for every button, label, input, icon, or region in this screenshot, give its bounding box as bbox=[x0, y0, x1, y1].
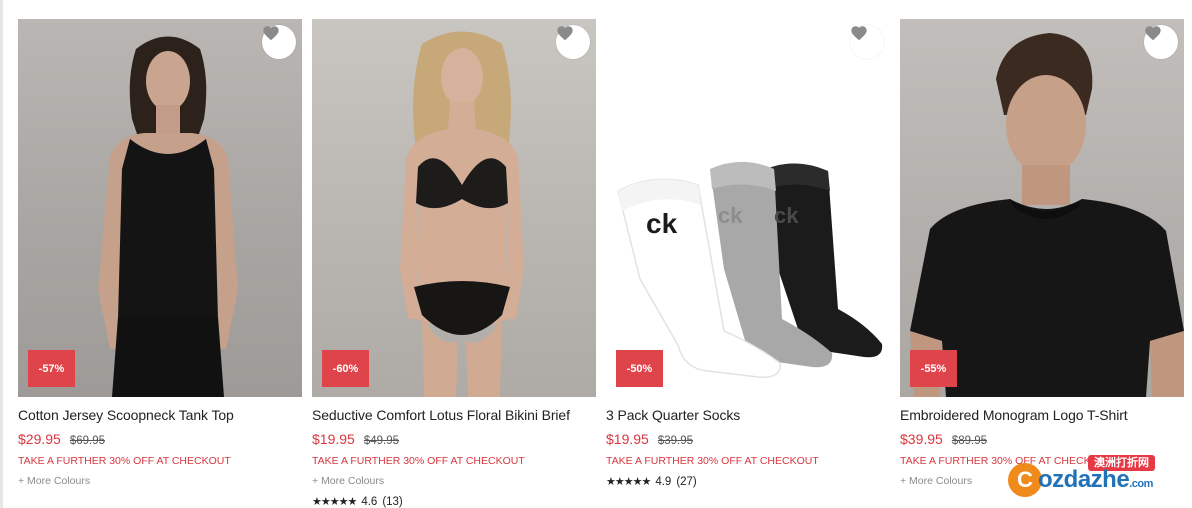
price-row: $19.95 $39.95 bbox=[606, 431, 890, 447]
product-image[interactable]: -55% bbox=[900, 19, 1184, 397]
left-edge-divider bbox=[0, 0, 3, 508]
promo-text: TAKE A FURTHER 30% OFF AT CHECKOUT bbox=[18, 455, 231, 467]
product-image[interactable]: -57% bbox=[18, 19, 302, 397]
price-row: $39.95 $89.95 bbox=[900, 431, 1184, 447]
original-price: $89.95 bbox=[951, 435, 988, 447]
sock-logo: ck bbox=[718, 203, 743, 228]
rating-count: (13) bbox=[382, 495, 403, 508]
sale-price: $29.95 bbox=[18, 431, 61, 447]
discount-badge: -50% bbox=[616, 350, 663, 387]
wishlist-button[interactable] bbox=[262, 25, 296, 59]
sock-logo: ck bbox=[774, 203, 799, 228]
rating-count: (27) bbox=[676, 475, 697, 488]
product-image[interactable]: ck ck ck -50% bbox=[606, 19, 890, 397]
rating-stars: ★★★★★ bbox=[312, 496, 357, 508]
model-illustration bbox=[400, 31, 524, 397]
heart-icon bbox=[1145, 26, 1161, 41]
discount-badge: -60% bbox=[322, 350, 369, 387]
heart-icon bbox=[263, 26, 279, 41]
product-card[interactable]: -55% Embroidered Monogram Logo T-Shirt $… bbox=[900, 19, 1184, 508]
wishlist-button[interactable] bbox=[1144, 25, 1178, 59]
product-card[interactable]: -60% Seductive Comfort Lotus Floral Biki… bbox=[312, 19, 596, 508]
wishlist-button[interactable] bbox=[850, 25, 884, 59]
sale-price: $19.95 bbox=[606, 431, 649, 447]
model-illustration bbox=[910, 33, 1184, 397]
rating-value: 4.9 bbox=[655, 475, 672, 488]
product-image[interactable]: -60% bbox=[312, 19, 596, 397]
watermark: 澳洲打折网 C ozdazhe.com bbox=[1008, 449, 1178, 497]
product-title[interactable]: Cotton Jersey Scoopneck Tank Top bbox=[18, 407, 302, 423]
watermark-logo: C bbox=[1008, 463, 1042, 497]
price-row: $29.95 $69.95 bbox=[18, 431, 302, 447]
rating[interactable]: ★★★★★ 4.6 (13) bbox=[312, 495, 596, 508]
more-colours-link[interactable]: + More Colours bbox=[18, 475, 302, 487]
discount-badge: -57% bbox=[28, 350, 75, 387]
promo-text: TAKE A FURTHER 30% OFF AT CHECKOUT bbox=[606, 455, 819, 467]
promo-text: TAKE A FURTHER 30% OFF AT CHECKOUT bbox=[312, 455, 525, 467]
heart-icon bbox=[851, 26, 867, 41]
product-grid: -57% Cotton Jersey Scoopneck Tank Top $2… bbox=[18, 19, 1184, 508]
watermark-tld: .com bbox=[1129, 478, 1153, 490]
sock-logo: ck bbox=[646, 208, 678, 239]
watermark-site: ozdazhe.com bbox=[1038, 466, 1153, 494]
product-listing-page: -57% Cotton Jersey Scoopneck Tank Top $2… bbox=[0, 0, 1192, 508]
product-card[interactable]: ck ck ck -50% 3 Pack Quarter Socks $19.9… bbox=[606, 19, 890, 508]
more-colours-link[interactable]: + More Colours bbox=[312, 475, 596, 487]
rating[interactable]: ★★★★★ 4.9 (27) bbox=[606, 475, 890, 489]
original-price: $49.95 bbox=[363, 435, 400, 447]
product-title[interactable]: Embroidered Monogram Logo T-Shirt bbox=[900, 407, 1184, 423]
sale-price: $39.95 bbox=[900, 431, 943, 447]
heart-icon bbox=[557, 26, 573, 41]
product-title[interactable]: Seductive Comfort Lotus Floral Bikini Br… bbox=[312, 407, 596, 423]
rating-stars: ★★★★★ bbox=[606, 476, 651, 488]
rating-value: 4.6 bbox=[361, 495, 378, 508]
socks-illustration: ck ck ck bbox=[617, 162, 883, 378]
original-price: $39.95 bbox=[657, 435, 694, 447]
product-title[interactable]: 3 Pack Quarter Socks bbox=[606, 407, 890, 423]
price-row: $19.95 $49.95 bbox=[312, 431, 596, 447]
wishlist-button[interactable] bbox=[556, 25, 590, 59]
model-illustration bbox=[98, 36, 238, 397]
discount-badge: -55% bbox=[910, 350, 957, 387]
sale-price: $19.95 bbox=[312, 431, 355, 447]
product-card[interactable]: -57% Cotton Jersey Scoopneck Tank Top $2… bbox=[18, 19, 302, 508]
original-price: $69.95 bbox=[69, 435, 106, 447]
watermark-site-name: ozdazhe bbox=[1038, 466, 1130, 493]
